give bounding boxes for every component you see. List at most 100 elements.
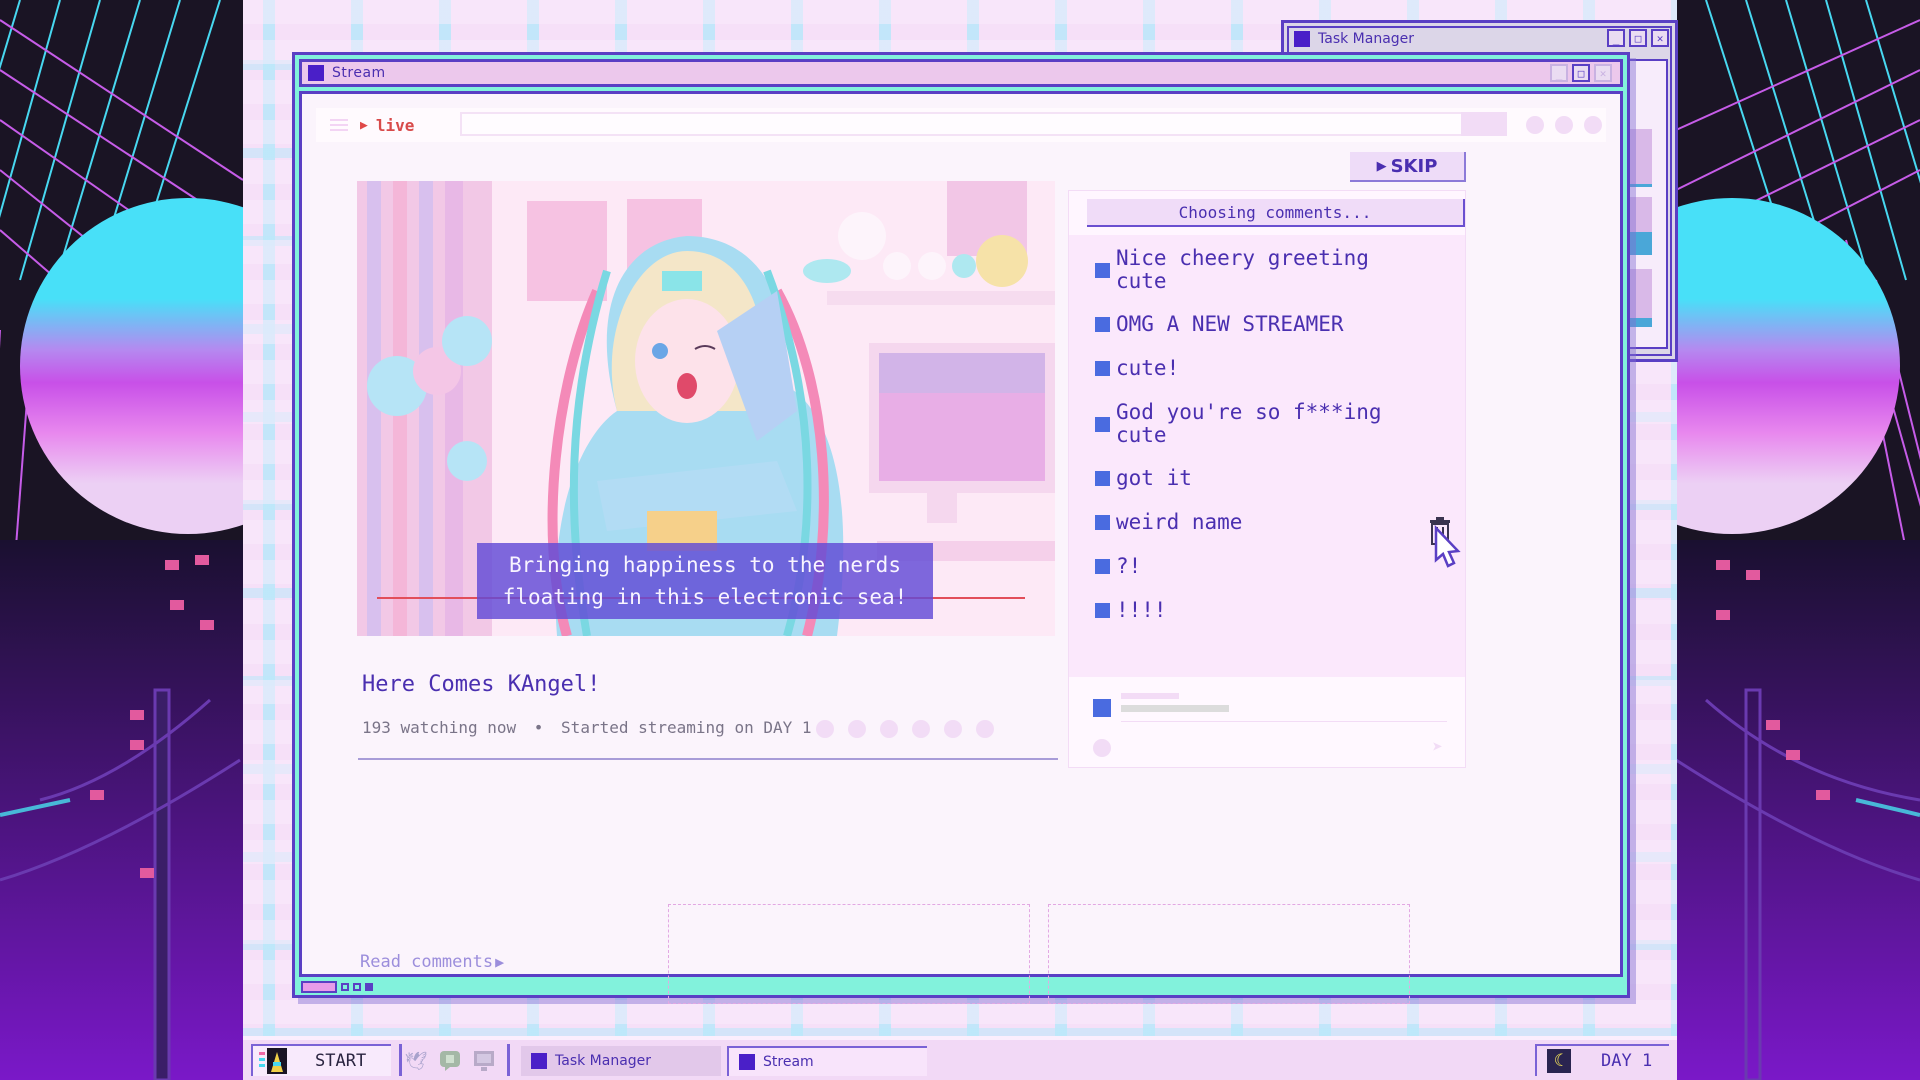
comment-bullet-icon — [1095, 559, 1110, 574]
viewer-count: 193 watching now — [362, 718, 517, 737]
taskbar-item-stream[interactable]: Stream — [727, 1046, 927, 1076]
divider — [358, 758, 1058, 760]
start-label: START — [315, 1051, 367, 1071]
send-icon[interactable]: ➤ — [1432, 737, 1443, 758]
browser-dots — [1526, 116, 1602, 134]
caption-line: floating in this electronic sea! — [502, 585, 908, 609]
stream-window[interactable]: Stream _ □ ✕ ▶ live ▶ SKIP Bringing happ… — [292, 52, 1630, 1004]
comment-item[interactable]: Nice cheery greeting cute — [1095, 247, 1425, 293]
comments-header: Choosing comments... — [1087, 199, 1465, 227]
footer-square — [353, 983, 361, 991]
url-input[interactable] — [460, 112, 1477, 136]
read-comments-link[interactable]: Read comments ▶ — [360, 952, 504, 972]
stream-content: ▶ live ▶ SKIP Bringing happiness to the … — [299, 91, 1623, 1004]
close-button[interactable]: ✕ — [1651, 29, 1669, 47]
dot-button[interactable] — [1526, 116, 1544, 134]
placeholder-line — [1121, 693, 1179, 699]
reaction-dot[interactable] — [816, 720, 834, 738]
read-comments-label: Read comments — [360, 952, 494, 972]
footer-indicator — [301, 981, 337, 993]
caption-line: Bringing happiness to the nerds — [509, 553, 901, 577]
quick-launch: 🕊 — [403, 1048, 497, 1074]
dot-button[interactable] — [1584, 116, 1602, 134]
maximize-button[interactable]: □ — [1629, 29, 1647, 47]
user-avatar-icon — [1093, 699, 1111, 717]
live-bar: ▶ live — [316, 108, 1606, 142]
day-label: DAY 1 — [1601, 1051, 1653, 1071]
reaction-dot[interactable] — [880, 720, 898, 738]
chat-bubble-icon[interactable] — [437, 1048, 463, 1074]
comment-item[interactable]: ?! — [1095, 555, 1425, 578]
window-icon — [739, 1054, 755, 1070]
comment-list: Nice cheery greeting cute OMG A NEW STRE… — [1095, 247, 1425, 643]
comment-bullet-icon — [1095, 416, 1110, 432]
emoji-icon[interactable] — [1093, 739, 1111, 757]
start-button[interactable]: START — [251, 1044, 391, 1076]
close-button[interactable]: ✕ — [1594, 64, 1612, 82]
task-manager-stats — [1624, 59, 1668, 349]
skip-label: SKIP — [1390, 155, 1438, 177]
comment-input-area[interactable]: ➤ — [1069, 677, 1465, 767]
comment-item[interactable]: God you're so f***ing cute — [1095, 401, 1425, 447]
comment-item[interactable]: weird name — [1095, 511, 1425, 534]
comment-item[interactable]: OMG A NEW STREAMER — [1095, 313, 1425, 336]
menu-icon[interactable] — [330, 119, 348, 131]
start-logo-icon — [259, 1048, 287, 1074]
footer-square — [365, 983, 373, 991]
comment-bullet-icon — [1095, 471, 1110, 486]
empty-slot[interactable] — [668, 904, 1030, 1004]
background-art-left — [0, 0, 243, 1080]
stream-video[interactable]: Bringing happiness to the nerds floating… — [357, 181, 1055, 636]
arrow-right-icon: ▶ — [495, 953, 505, 971]
trash-cursor-icon — [1430, 517, 1461, 568]
stream-title: Here Comes KAngel! — [362, 672, 601, 697]
separator — [507, 1044, 510, 1076]
meta-separator: • — [533, 718, 544, 737]
stream-caption: Bringing happiness to the nerds floating… — [477, 543, 933, 619]
window-icon — [531, 1053, 547, 1069]
reaction-dot[interactable] — [912, 720, 930, 738]
moon-icon: ☾ — [1547, 1049, 1571, 1073]
play-icon: ▶ — [360, 117, 368, 133]
minimize-button[interactable]: _ — [1550, 64, 1568, 82]
reaction-dot[interactable] — [944, 720, 962, 738]
dot-button[interactable] — [1555, 116, 1573, 134]
divider — [1121, 721, 1447, 722]
background-art-right — [1676, 0, 1920, 1080]
task-manager-title: Task Manager — [1318, 31, 1415, 47]
taskbar-item-task-manager[interactable]: Task Manager — [521, 1046, 721, 1076]
reaction-dot[interactable] — [848, 720, 866, 738]
reaction-dots — [816, 720, 994, 738]
window-footer — [301, 981, 373, 993]
stream-meta: 193 watching now • Started streaming on … — [362, 718, 812, 737]
comment-bullet-icon — [1095, 603, 1110, 618]
bird-icon[interactable]: 🕊 — [403, 1048, 429, 1074]
taskbar-item-label: Task Manager — [555, 1053, 652, 1069]
stream-window-title: Stream — [332, 65, 386, 81]
comment-bullet-icon — [1095, 361, 1110, 376]
comment-bullet-icon — [1095, 317, 1110, 332]
taskbar-item-label: Stream — [763, 1054, 814, 1070]
comment-item[interactable]: !!!! — [1095, 599, 1425, 622]
separator — [399, 1044, 402, 1076]
stream-start: Started streaming on DAY 1 — [561, 718, 812, 737]
stream-title-bar[interactable]: Stream _ □ ✕ — [299, 59, 1623, 87]
comment-item[interactable]: cute! — [1095, 357, 1425, 380]
day-indicator[interactable]: ☾ DAY 1 — [1535, 1044, 1669, 1076]
minimize-button[interactable]: _ — [1607, 29, 1625, 47]
comment-item[interactable]: got it — [1095, 467, 1425, 490]
taskbar: START 🕊 Task Manager Stream ☾ DAY 1 — [243, 1036, 1677, 1080]
reaction-dot[interactable] — [976, 720, 994, 738]
live-label: live — [375, 115, 415, 135]
play-icon: ▶ — [1376, 158, 1387, 174]
maximize-button[interactable]: □ — [1572, 64, 1590, 82]
monitor-icon[interactable] — [471, 1048, 497, 1074]
empty-slot[interactable] — [1048, 904, 1410, 1004]
skip-button[interactable]: ▶ SKIP — [1350, 152, 1466, 182]
url-go-button[interactable] — [1461, 112, 1507, 136]
comments-panel: Choosing comments... Nice cheery greetin… — [1068, 190, 1466, 768]
window-icon — [308, 65, 324, 81]
window-icon — [1294, 31, 1310, 47]
comment-bullet-icon — [1095, 515, 1110, 530]
footer-square — [341, 983, 349, 991]
